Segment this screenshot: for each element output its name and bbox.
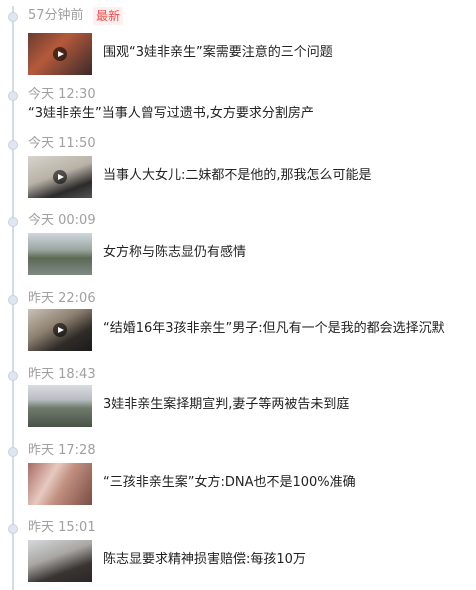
- timeline-dot: [8, 217, 18, 227]
- item-headline[interactable]: 围观“3娃非亲生”案需要注意的三个问题: [103, 44, 333, 62]
- timeline-dot: [8, 295, 18, 305]
- item-thumbnail[interactable]: [28, 463, 92, 505]
- item-time: 昨天 18:43: [28, 367, 96, 382]
- item-thumbnail[interactable]: [28, 540, 92, 582]
- timeline-dot: [8, 447, 18, 457]
- item-thumbnail[interactable]: [28, 33, 92, 75]
- item-headline[interactable]: 3娃非亲生案择期宣判,妻子等两被告未到庭: [103, 396, 349, 414]
- play-icon[interactable]: [53, 323, 67, 337]
- item-thumbnail[interactable]: [28, 309, 92, 351]
- play-icon[interactable]: [53, 170, 67, 184]
- item-time: 今天 12:30: [28, 87, 96, 102]
- item-headline[interactable]: “3娃非亲生”当事人曾写过遗书,女方要求分割房产: [28, 105, 314, 123]
- item-headline[interactable]: 当事人大女儿:二妹都不是他的,那我怎么可能是: [103, 167, 372, 185]
- item-time: 今天 00:09: [28, 213, 96, 228]
- item-time: 昨天 22:06: [28, 291, 96, 306]
- item-thumbnail[interactable]: [28, 156, 92, 198]
- timeline-dot: [8, 12, 18, 22]
- timeline-dot: [8, 140, 18, 150]
- timeline-dot: [8, 524, 18, 534]
- item-time: 57分钟前: [28, 8, 84, 23]
- new-badge: 最新: [93, 7, 124, 25]
- item-headline[interactable]: “三孩非亲生案”女方:DNA也不是100%准确: [103, 474, 356, 492]
- item-headline[interactable]: 女方称与陈志显仍有感情: [103, 244, 246, 262]
- item-time: 昨天 17:28: [28, 443, 96, 458]
- play-icon[interactable]: [53, 47, 67, 61]
- timeline-dot: [8, 371, 18, 381]
- item-time: 今天 11:50: [28, 136, 96, 151]
- item-headline[interactable]: 陈志显要求精神损害赔偿:每孩10万: [103, 551, 306, 569]
- timeline-dot: [8, 91, 18, 101]
- item-thumbnail[interactable]: [28, 233, 92, 275]
- item-time: 昨天 15:01: [28, 520, 96, 535]
- item-thumbnail[interactable]: [28, 385, 92, 427]
- item-headline[interactable]: “结婚16年3孩非亲生”男子:但凡有一个是我的都会选择沉默: [103, 320, 445, 338]
